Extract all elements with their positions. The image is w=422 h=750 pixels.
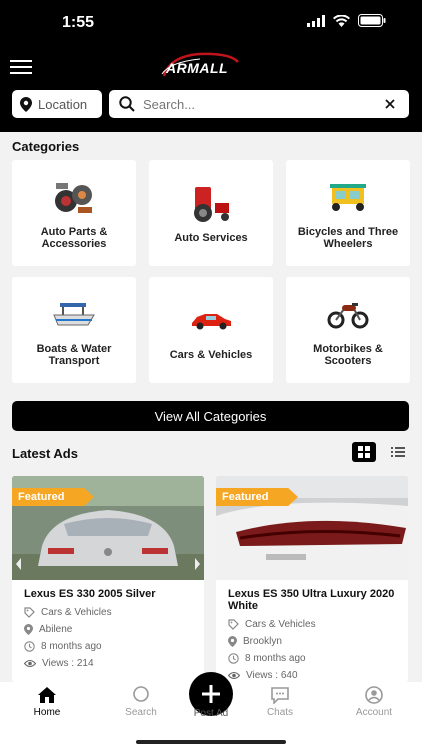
signal-icon <box>307 14 325 27</box>
featured-badge: Featured <box>12 488 94 506</box>
post-ad-label: Post Ad <box>193 708 229 719</box>
eye-icon <box>24 659 36 668</box>
nav-label: Home <box>33 707 61 718</box>
ad-category-row: Cars & Vehicles <box>228 616 396 633</box>
ad-views: Views : 214 <box>42 658 94 669</box>
home-indicator <box>136 740 286 744</box>
menu-icon-line <box>10 66 32 68</box>
battery-icon <box>358 14 386 27</box>
status-time: 1:55 <box>62 14 95 31</box>
category-label: Cars & Vehicles <box>169 349 253 361</box>
auto-services-icon <box>189 182 233 224</box>
logo-text: ARMALL <box>166 60 229 76</box>
car-icon <box>189 299 233 341</box>
ad-location-row: Brooklyn <box>228 633 396 650</box>
ad-time-row: 8 months ago <box>24 638 192 655</box>
ad-views-row: Views : 640 <box>228 667 396 682</box>
location-label: Location <box>38 96 88 112</box>
ad-time-row: 8 months ago <box>228 650 396 667</box>
view-toggle <box>352 442 410 462</box>
category-card-cars[interactable]: Cars & Vehicles <box>149 277 273 383</box>
category-label: Motorbikes & Scooters <box>313 343 383 367</box>
nav-account[interactable]: Account <box>339 686 409 718</box>
clock-icon <box>228 653 239 664</box>
ad-category: Cars & Vehicles <box>41 607 112 618</box>
category-card-motorbikes[interactable]: Motorbikes & Scooters <box>286 277 410 383</box>
tag-icon <box>24 607 35 618</box>
category-label: Bicycles and Three Wheelers <box>297 226 399 250</box>
ad-photo: Featured <box>216 476 408 580</box>
nav-label: Search <box>125 707 157 718</box>
nav-search[interactable]: Search <box>106 686 176 718</box>
ad-card[interactable]: Featured Lexus ES 330 2005 Silver Cars &… <box>12 476 204 682</box>
latest-ads-heading: Latest Ads <box>12 446 78 461</box>
menu-icon-line <box>10 60 32 62</box>
menu-button[interactable] <box>10 60 32 76</box>
view-all-categories-button[interactable]: View All Categories <box>12 401 409 431</box>
nav-label: Account <box>355 707 393 718</box>
tag-icon <box>228 619 239 630</box>
nav-label: Chats <box>266 707 294 718</box>
featured-badge: Featured <box>216 488 298 506</box>
grid-icon <box>358 446 370 458</box>
boat-icon <box>52 293 96 335</box>
ad-title: Lexus ES 330 2005 Silver <box>24 588 156 600</box>
category-card-auto-parts[interactable]: Auto Parts & Accessories <box>12 160 136 266</box>
brand-logo: ARMALL <box>160 50 242 80</box>
eye-icon <box>228 671 240 680</box>
ad-time: 8 months ago <box>245 653 306 664</box>
search-input[interactable] <box>143 96 377 112</box>
location-pin-icon <box>20 96 32 112</box>
ad-views: Views : 640 <box>246 670 298 681</box>
ad-category-row: Cars & Vehicles <box>24 604 192 621</box>
ad-category: Cars & Vehicles <box>245 619 316 630</box>
search-icon <box>119 96 135 112</box>
ad-details: Lexus ES 350 Ultra Luxury 2020 White Car… <box>216 580 408 682</box>
category-card-auto-services[interactable]: Auto Services <box>149 160 273 266</box>
category-label: Auto Services <box>174 232 248 244</box>
status-icons <box>307 14 386 27</box>
account-icon <box>365 686 383 704</box>
category-label: Boats & Water Transport <box>36 343 112 367</box>
list-icon <box>391 447 405 457</box>
tuk-tuk-icon <box>326 176 370 218</box>
category-label: Auto Parts & Accessories <box>40 226 108 250</box>
category-card-boats[interactable]: Boats & Water Transport <box>12 277 136 383</box>
ad-views-row: Views : 214 <box>24 655 192 672</box>
ad-card[interactable]: Featured Lexus ES 350 Ultra Luxury 2020 … <box>216 476 408 682</box>
list-view-button[interactable] <box>386 442 410 462</box>
ad-time: 8 months ago <box>41 641 102 652</box>
home-icon <box>38 687 56 703</box>
ad-photo: Featured <box>12 476 204 580</box>
auto-parts-icon <box>52 176 96 218</box>
clock-icon <box>24 641 35 652</box>
motorbike-icon <box>326 293 370 335</box>
ad-location: Brooklyn <box>243 636 282 647</box>
grid-view-button[interactable] <box>352 442 376 462</box>
plus-icon <box>202 685 220 703</box>
nav-home[interactable]: Home <box>12 686 82 718</box>
latest-ads-list: Featured Lexus ES 330 2005 Silver Cars &… <box>12 476 409 682</box>
categories-grid: Auto Parts & Accessories Auto Services B… <box>12 160 410 383</box>
ad-title: Lexus ES 350 Ultra Luxury 2020 White <box>228 588 395 612</box>
search-bar[interactable] <box>109 90 409 118</box>
chat-icon <box>271 687 289 704</box>
ad-location: Abilene <box>39 624 73 635</box>
location-button[interactable]: Location <box>12 90 102 118</box>
nav-chats[interactable]: Chats <box>245 686 315 718</box>
menu-icon-line <box>10 72 32 74</box>
clear-search-button[interactable] <box>377 91 403 117</box>
wifi-icon <box>333 14 350 27</box>
ad-details: Lexus ES 330 2005 Silver Cars & Vehicles… <box>12 580 204 680</box>
location-pin-icon <box>228 636 237 647</box>
close-icon <box>385 99 395 109</box>
category-card-bicycles[interactable]: Bicycles and Three Wheelers <box>286 160 410 266</box>
search-icon <box>133 686 149 702</box>
categories-heading: Categories <box>12 139 80 154</box>
location-pin-icon <box>24 624 33 635</box>
ad-location-row: Abilene <box>24 621 192 638</box>
